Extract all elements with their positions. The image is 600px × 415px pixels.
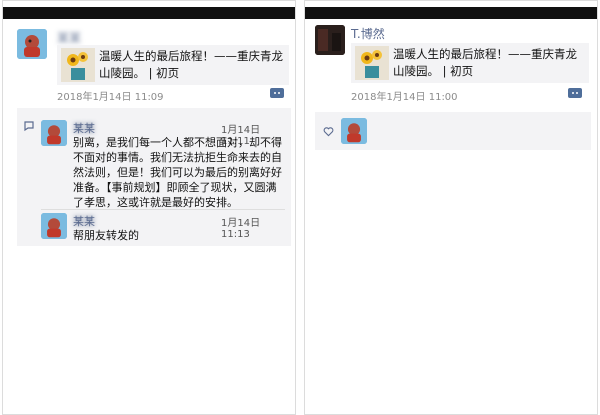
- comment-text[interactable]: 帮朋友转发的: [73, 228, 283, 243]
- avatar-image: [41, 213, 67, 239]
- shared-link-card[interactable]: 温暖人生的最后旅程！——重庆青龙山陵园。 | 初页: [351, 43, 589, 83]
- poster-avatar[interactable]: [315, 25, 345, 55]
- link-title: 温暖人生的最后旅程！——重庆青龙山陵园。 | 初页: [99, 49, 283, 80]
- comments-box: 某某 1月14日 11:11 别离，是我们每一个人都不想面对，却不得不面对的事情…: [17, 108, 291, 246]
- sunflower-icon: [61, 48, 95, 82]
- comment-icon: [24, 121, 34, 132]
- commenter-avatar[interactable]: [41, 213, 67, 239]
- commenter-name[interactable]: 某某: [73, 120, 95, 136]
- top-bar: [305, 7, 597, 19]
- avatar-image: [315, 25, 345, 55]
- link-thumbnail: [61, 48, 95, 82]
- comment-divider: [41, 209, 285, 210]
- poster-name[interactable]: 某某: [57, 29, 81, 46]
- top-bar: [3, 7, 295, 19]
- more-dots-icon[interactable]: [568, 88, 582, 98]
- avatar-image: [17, 29, 47, 59]
- heart-icon: [323, 127, 334, 137]
- poster-avatar[interactable]: [17, 29, 47, 59]
- link-title: 温暖人生的最后旅程！——重庆青龙山陵园。 | 初页: [393, 47, 577, 78]
- more-dots-icon[interactable]: [270, 88, 284, 98]
- likes-box: [315, 112, 591, 150]
- commenter-name[interactable]: 某某: [73, 213, 95, 229]
- sunflower-icon: [355, 46, 389, 80]
- post-timestamp: 2018年1月14日 11:09: [57, 92, 164, 103]
- post-timestamp: 2018年1月14日 11:00: [351, 92, 458, 103]
- commenter-avatar[interactable]: [41, 120, 67, 146]
- liker-avatar[interactable]: [341, 118, 367, 144]
- moment-post-right: T.博然 温暖人生的最后旅程！——重庆青龙山陵园。 | 初页 2018年1月14…: [304, 0, 598, 415]
- shared-link-card[interactable]: 温暖人生的最后旅程！——重庆青龙山陵园。 | 初页: [57, 45, 289, 85]
- avatar-image: [341, 118, 367, 144]
- poster-name[interactable]: T.博然: [351, 25, 385, 42]
- comment-text[interactable]: 别离，是我们每一个人都不想面对，却不得不面对的事情。我们无法抗拒生命来去的自然法…: [73, 135, 283, 210]
- link-thumbnail: [355, 46, 389, 80]
- avatar-image: [41, 120, 67, 146]
- moment-post-left: 某某 温暖人生的最后旅程！——重庆青龙山陵园。 | 初页 2018年1月14日 …: [2, 0, 296, 415]
